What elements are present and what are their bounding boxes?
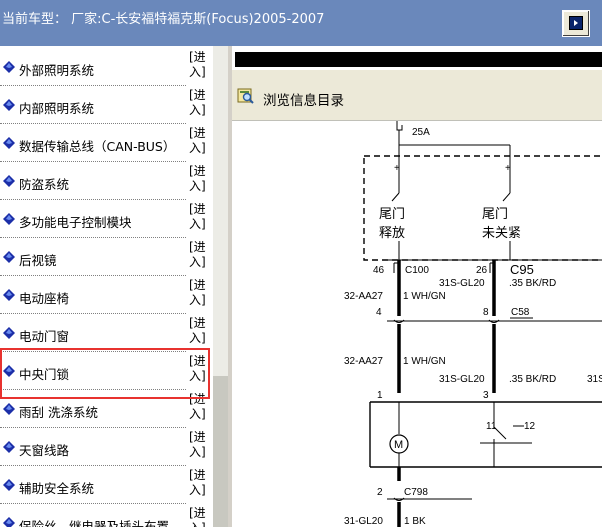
connector-label: C58 (511, 307, 530, 318)
menu-item-label[interactable]: 电动门窗 (19, 326, 69, 345)
pin-number: 2 (377, 487, 383, 498)
diamond-icon (3, 327, 15, 339)
menu-item-label[interactable]: 电动座椅 (19, 288, 69, 307)
menu-item[interactable]: 防盗系统 [进 入] (0, 162, 213, 200)
enter-link[interactable]: [进入] (189, 164, 209, 194)
connector-label: C100 (405, 265, 429, 276)
menu-item-label[interactable]: 后视镜 (19, 250, 57, 269)
menu-item-label[interactable]: 雨刮 洗涤系统 (19, 402, 98, 421)
menu-item-label[interactable]: 保险丝、继电器及插头布置 (19, 516, 169, 527)
browse-directory-icon[interactable] (237, 87, 254, 104)
play-icon (569, 16, 583, 30)
menu-item[interactable]: 雨刮 洗涤系统 [进 入] (0, 390, 213, 428)
menu-item-label[interactable]: 内部照明系统 (19, 98, 94, 117)
diamond-icon (3, 365, 15, 377)
wire-code: 31S-GL20 (439, 374, 485, 385)
menu-item[interactable]: 外部照明系统 [进 入] (0, 48, 213, 86)
browse-directory-label[interactable]: 浏览信息目录 (263, 89, 344, 109)
diamond-icon (3, 61, 15, 73)
diamond-icon (3, 517, 15, 527)
wire-color: 1 BK (404, 516, 426, 527)
diamond-icon (3, 213, 15, 225)
diamond-icon (3, 441, 15, 453)
diagram-viewer: 浏览信息目录 25A + + 尾门 释放 尾门 未关紧 46 C100 26 C… (232, 46, 602, 527)
enter-link[interactable]: [进入] (189, 506, 209, 527)
switch-tailgate-ajar-label: 未关紧 (482, 225, 521, 240)
pin-number: 3 (483, 390, 489, 401)
menu-scrollbar-thumb[interactable] (213, 376, 228, 527)
fuse-label: 25A (412, 127, 430, 138)
switch-tailgate-release-label: 尾门 (379, 206, 405, 221)
pin-number: 12 (524, 421, 536, 432)
menu-item[interactable]: 数据传输总线（CAN-BUS） [进 入] (0, 124, 213, 162)
menu-item-label[interactable]: 多功能电子控制模块 (19, 212, 132, 231)
pin-number: 1 (377, 390, 383, 401)
menu-item[interactable]: 多功能电子控制模块 [进 入] (0, 200, 213, 238)
fuse-symbol (396, 121, 403, 145)
pin-number: 46 (373, 265, 385, 276)
connector-label: C95 (510, 262, 534, 277)
pin-number: 11 (486, 421, 497, 432)
wiring-diagram: 25A + + 尾门 释放 尾门 未关紧 46 C100 26 C95 32-A… (344, 121, 602, 527)
menu-item-label[interactable]: 天窗线路 (19, 440, 69, 459)
menu-item[interactable]: 保险丝、继电器及插头布置 [进入] (0, 504, 213, 527)
wire-code: 32-AA27 (344, 356, 383, 367)
wire-code: 31S (587, 374, 602, 385)
enter-link[interactable]: [进入] (189, 202, 209, 232)
switch-tailgate-ajar-label: 尾门 (482, 206, 508, 221)
viewer-toolbar: 浏览信息目录 (232, 70, 602, 121)
wire-code: 31-GL20 (344, 516, 383, 527)
connector-label: C798 (404, 487, 428, 498)
diamond-icon (3, 99, 15, 111)
wire-code: 32-AA27 (344, 291, 383, 302)
menu-item-label[interactable]: 数据传输总线（CAN-BUS） (19, 136, 175, 155)
menu-item[interactable]: 内部照明系统 [进 入] (0, 86, 213, 124)
diamond-icon (3, 175, 15, 187)
menu-item[interactable]: 辅助安全系统 [进 入] (0, 466, 213, 504)
toggle-panel-button[interactable] (562, 10, 590, 37)
wire-color: .35 BK/RD (509, 278, 556, 289)
pin-number: 8 (483, 307, 489, 318)
enter-link[interactable]: [进入] (189, 278, 209, 308)
wire-color: 1 WH/GN (403, 291, 446, 302)
pin-number: 4 (376, 307, 382, 318)
enter-link[interactable]: [进入] (189, 316, 209, 346)
menu-item[interactable]: 电动座椅 [进 入] (0, 276, 213, 314)
system-menu: 外部照明系统 [进 入] 内部照明系统 [进 入] 数据传输总线（CAN-BUS） [进 入] 防… (0, 46, 213, 527)
vehicle-title: 当前车型： 厂家:C-长安福特福克斯(Focus)2005-2007 (2, 12, 325, 27)
enter-link[interactable]: [进入] (189, 430, 209, 460)
menu-item[interactable]: 电动门窗 [进 入] (0, 314, 213, 352)
menu-item-label[interactable]: 外部照明系统 (19, 60, 94, 79)
enter-link[interactable]: [进入] (189, 468, 209, 498)
switch-tailgate-release-label: 释放 (379, 225, 405, 240)
enter-link[interactable]: [进入] (189, 354, 209, 384)
header-bar: 当前车型： 厂家:C-长安福特福克斯(Focus)2005-2007 (0, 0, 602, 46)
diamond-icon (3, 403, 15, 415)
enter-link[interactable]: [进入] (189, 50, 209, 80)
enter-link[interactable]: [进入] (189, 392, 209, 422)
viewer-title-bar (235, 52, 602, 67)
wire-color: 1 WH/GN (403, 356, 446, 367)
diamond-icon (3, 137, 15, 149)
menu-scrollbar[interactable] (213, 46, 228, 527)
motor-label: M (394, 439, 403, 451)
pin-number: 26 (476, 265, 488, 276)
menu-item[interactable]: 天窗线路 [进 入] (0, 428, 213, 466)
menu-item-label[interactable]: 防盗系统 (19, 174, 69, 193)
menu-item-label[interactable]: 中央门锁 (19, 364, 69, 383)
menu-item[interactable]: 中央门锁 [进 入] (0, 352, 213, 390)
diamond-icon (3, 479, 15, 491)
menu-item[interactable]: 后视镜 [进 入] (0, 238, 213, 276)
menu-item-label[interactable]: 辅助安全系统 (19, 478, 94, 497)
wire-color: .35 BK/RD (509, 374, 556, 385)
diamond-icon (3, 289, 15, 301)
diamond-icon (3, 251, 15, 263)
wire-code: 31S-GL20 (439, 278, 485, 289)
enter-link[interactable]: [进入] (189, 88, 209, 118)
enter-link[interactable]: [进入] (189, 240, 209, 270)
enter-link[interactable]: [进入] (189, 126, 209, 156)
